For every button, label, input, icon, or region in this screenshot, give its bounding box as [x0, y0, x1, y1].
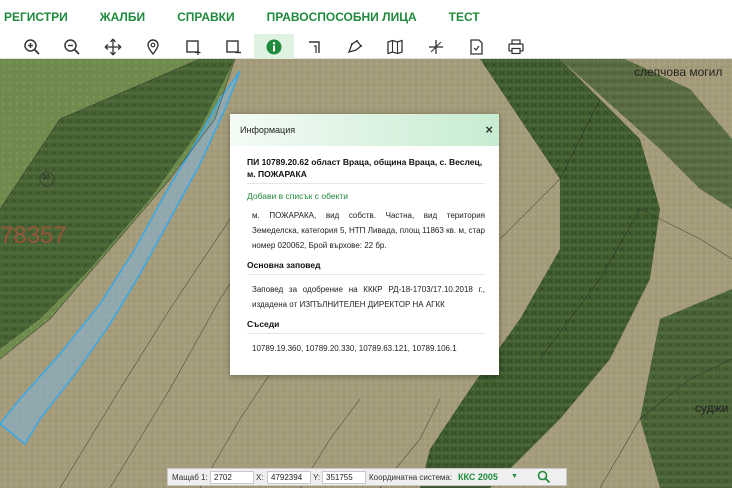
x-coordinate-field: 4792394 — [267, 471, 311, 484]
zoom-out-button[interactable] — [52, 34, 92, 59]
coordinates-button[interactable] — [416, 34, 456, 59]
menu-test[interactable]: ТЕСТ — [449, 10, 480, 24]
location-pin-icon — [147, 38, 159, 55]
coordinate-system-select[interactable]: ККС 2005 — [458, 472, 498, 482]
map-layers-icon — [387, 39, 403, 54]
parcel-number-label: 78357 — [0, 222, 67, 249]
measure-line-icon — [309, 40, 320, 53]
parcel-small-label: 10 — [42, 174, 50, 181]
dialog-body: ПИ 10789.20.62 област Враца, община Врац… — [230, 146, 499, 356]
scale-input[interactable]: 2702 — [210, 471, 254, 484]
coordinate-system-label: Координатна система: — [369, 473, 453, 482]
map-layers-button[interactable] — [375, 34, 415, 59]
pan-button[interactable] — [93, 34, 133, 59]
x-label: X: — [256, 473, 264, 482]
order-heading: Основна заповед — [247, 260, 485, 275]
map-toolbar — [0, 34, 732, 59]
info-button[interactable] — [254, 34, 294, 59]
select-rectangle-button[interactable] — [174, 34, 214, 59]
zoom-out-icon — [64, 38, 80, 55]
dialog-header: Информация × — [230, 114, 499, 146]
add-to-list-link[interactable]: Добави в списък с обекти — [247, 191, 485, 201]
close-icon[interactable]: × — [485, 123, 493, 136]
measure-line-button[interactable] — [295, 34, 335, 59]
place-label-slepchova-mogila: слепчова могил — [634, 65, 723, 79]
location-button[interactable] — [133, 34, 173, 59]
order-text: Заповед за одобрение на КККР РД-18-1703/… — [252, 285, 485, 309]
search-icon[interactable] — [537, 470, 551, 486]
zoom-in-icon — [24, 38, 40, 55]
chevron-down-icon[interactable]: ▼ — [511, 473, 518, 480]
pan-icon — [104, 38, 122, 55]
select-rectangle-minus-icon — [226, 39, 241, 53]
coordinates-icon — [429, 39, 443, 54]
parcel-title: ПИ 10789.20.62 област Враца, община Врац… — [247, 156, 485, 184]
measure-area-button[interactable] — [335, 34, 375, 59]
scale-label: Мащаб 1: — [172, 473, 208, 482]
zoom-in-button[interactable] — [12, 34, 52, 59]
neighbors-list: 10789.19.360, 10789.20.330, 10789.63.121… — [252, 344, 457, 353]
print-icon — [508, 38, 524, 54]
status-bar: Мащаб 1: 2702 X: 4792394 Y: 351755 Коорд… — [167, 468, 567, 486]
menu-registers[interactable]: РЕГИСТРИ — [4, 10, 68, 24]
place-label-sudzhi: суджи — [695, 401, 729, 415]
menu-licensed-persons[interactable]: ПРАВОСПОСОБНИ ЛИЦА — [267, 10, 417, 24]
neighbors-heading: Съседи — [247, 319, 485, 334]
info-dialog: Информация × ПИ 10789.20.62 област Враца… — [230, 114, 499, 375]
deselect-rectangle-button[interactable] — [214, 34, 254, 59]
report-icon — [470, 38, 483, 55]
dialog-title: Информация — [240, 125, 296, 135]
measure-area-icon — [347, 39, 362, 53]
parcel-description: м. ПОЖАРАКА, вид собств. Частна, вид тер… — [252, 211, 485, 250]
y-label: Y: — [313, 473, 321, 482]
main-menu: РЕГИСТРИ ЖАЛБИ СПРАВКИ ПРАВОСПОСОБНИ ЛИЦ… — [0, 0, 732, 34]
y-coordinate-field: 351755 — [322, 471, 366, 484]
menu-complaints[interactable]: ЖАЛБИ — [100, 10, 145, 24]
menu-references[interactable]: СПРАВКИ — [177, 10, 235, 24]
report-button[interactable] — [456, 34, 496, 59]
select-rectangle-icon — [186, 39, 201, 55]
print-button[interactable] — [496, 34, 536, 59]
info-icon — [266, 39, 282, 54]
